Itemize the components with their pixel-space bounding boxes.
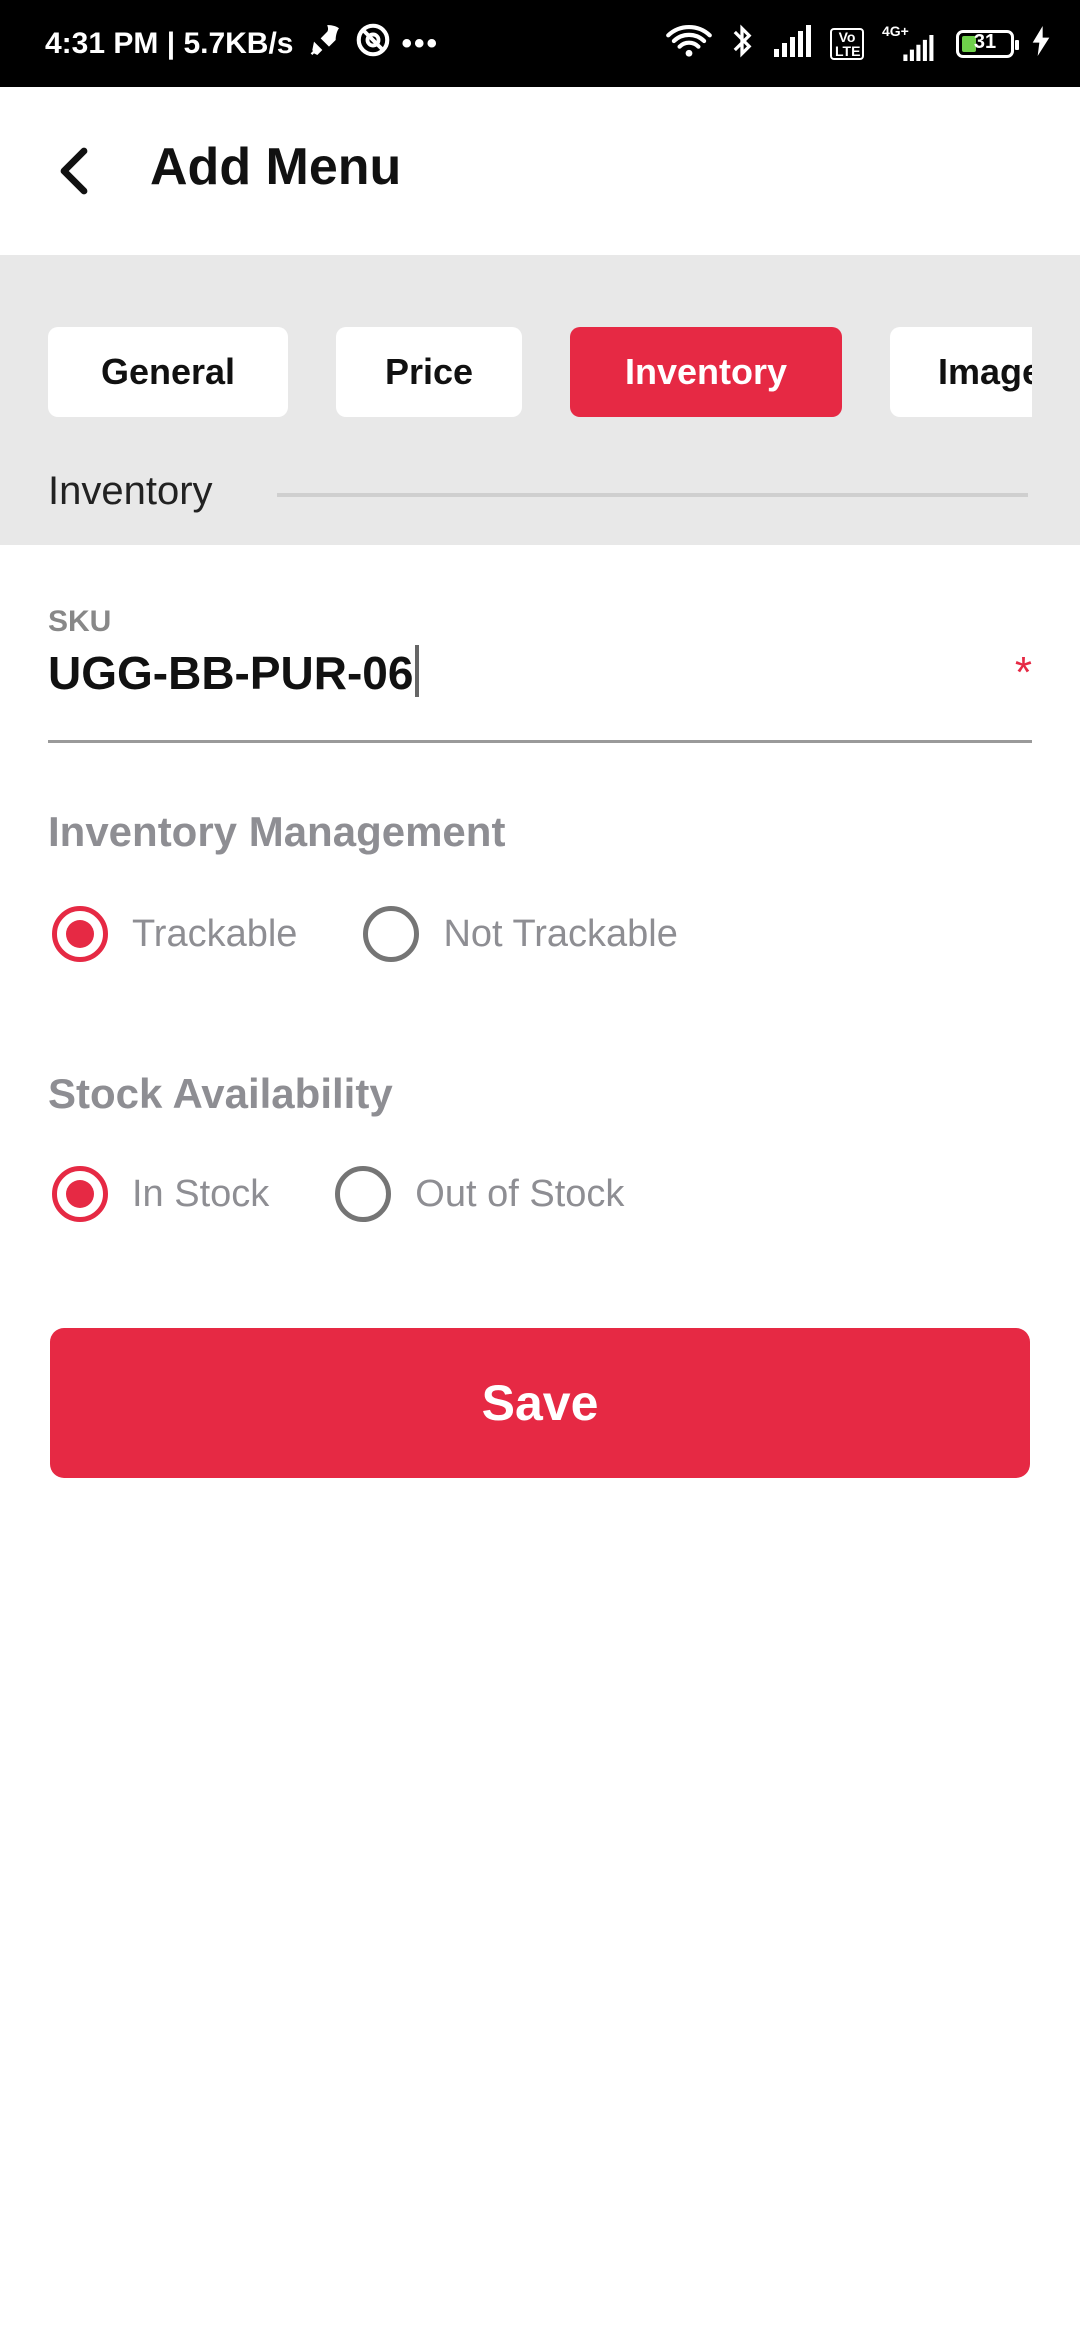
save-button[interactable]: Save (50, 1328, 1030, 1478)
status-bar: 4:31 PM | 5.7KB/s ••• Vo LTE 4G+ 31 (0, 0, 1080, 87)
radio-button-in-stock[interactable] (52, 1166, 108, 1222)
tab-inventory[interactable]: Inventory (570, 327, 842, 417)
tab-general[interactable]: General (48, 327, 288, 417)
radio-button-not-trackable[interactable] (363, 906, 420, 962)
text-cursor (415, 645, 420, 697)
back-button[interactable] (44, 139, 104, 203)
signal-icon (772, 25, 812, 62)
sku-underline (48, 740, 1032, 743)
radio-label-trackable: Trackable (132, 912, 298, 955)
battery-icon: 31 (956, 29, 1019, 58)
status-left: 4:31 PM | 5.7KB/s ••• (45, 0, 439, 87)
back-arrow-icon (60, 147, 88, 195)
radio-option-trackable[interactable]: Trackable (52, 906, 297, 962)
radio-option-not-trackable[interactable]: Not Trackable (363, 906, 678, 962)
required-indicator: * (1014, 648, 1032, 697)
wifi-icon (666, 24, 712, 63)
tab-bar: General Price Inventory Image (48, 327, 1032, 419)
sku-label: SKU (48, 605, 112, 638)
radio-option-in-stock[interactable]: In Stock (52, 1166, 269, 1222)
bluetooth-icon (730, 23, 754, 64)
radio-button-out-of-stock[interactable] (335, 1166, 392, 1222)
tab-area: General Price Inventory Image Inventory (0, 255, 1080, 545)
sku-value: UGG-BB-PUR-06 (48, 647, 414, 699)
tab-image[interactable]: Image (890, 327, 1032, 417)
radio-button-trackable[interactable] (52, 906, 108, 962)
stock-availability-options: In Stock Out of Stock (52, 1166, 690, 1222)
section-divider (277, 493, 1028, 497)
battery-level: 31 (973, 30, 997, 53)
page-title: Add Menu (150, 138, 402, 196)
radio-label-not-trackable: Not Trackable (443, 912, 678, 955)
sku-input[interactable]: UGG-BB-PUR-06 (48, 645, 420, 700)
radio-label-out-of-stock: Out of Stock (415, 1172, 625, 1215)
radio-label-in-stock: In Stock (132, 1172, 270, 1215)
status-right: Vo LTE 4G+ 31 (666, 0, 1050, 87)
signal-4g-icon: 4G+ (882, 23, 938, 61)
stock-availability-title: Stock Availability (48, 1070, 393, 1117)
inventory-management-options: Trackable Not Trackable (52, 906, 744, 962)
app-header: Add Menu (0, 87, 1080, 255)
section-label: Inventory (48, 469, 213, 513)
status-time-speed: 4:31 PM | 5.7KB/s (45, 26, 294, 60)
rocket-icon (304, 20, 344, 68)
do-not-disturb-icon (354, 21, 392, 67)
inventory-management-title: Inventory Management (48, 808, 506, 855)
charging-icon (1032, 26, 1050, 61)
radio-option-out-of-stock[interactable]: Out of Stock (335, 1166, 624, 1222)
more-notifications-icon: ••• (401, 26, 440, 60)
tab-price[interactable]: Price (336, 327, 522, 417)
volte-icon: Vo LTE (830, 27, 864, 60)
